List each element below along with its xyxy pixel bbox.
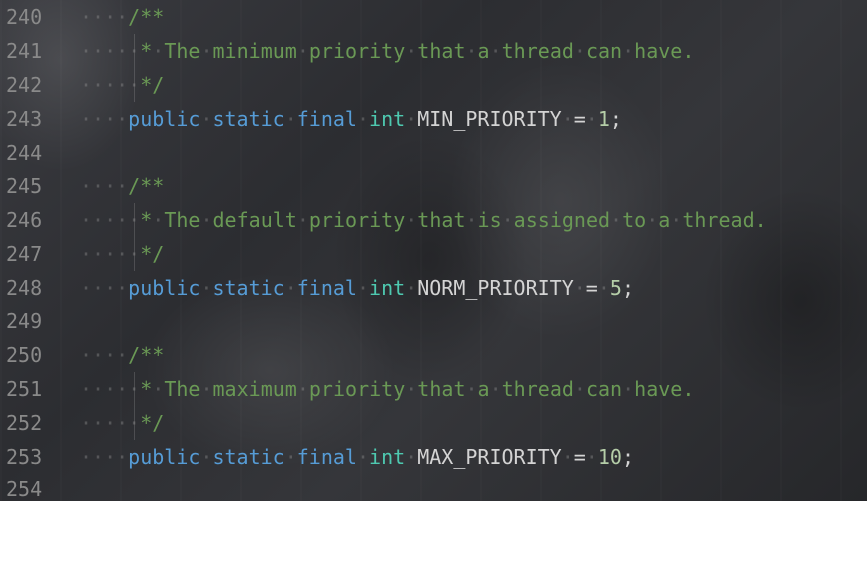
constant-name: NORM_PRIORITY xyxy=(417,276,574,300)
code-editor[interactable]: 240 ····/** 241 ·····*·The·minimum·prior… xyxy=(0,0,867,501)
whitespace-marker: ····· xyxy=(80,39,141,63)
comment-text: *·The·default·priority·that·is·assigned·… xyxy=(140,208,767,232)
code-line[interactable]: 252 ·····*/ xyxy=(0,406,867,440)
numeric-literal: 10 xyxy=(597,445,622,469)
keyword-public: public xyxy=(128,276,201,300)
code-line[interactable]: 251 ·····*·The·maximum·priority·that·a·t… xyxy=(0,372,867,406)
code-line[interactable]: 248 ····public·static·final·int·NORM_PRI… xyxy=(0,271,867,305)
comment-text: *·The·maximum·priority·that·a·thread·can… xyxy=(140,377,695,401)
code-line[interactable]: 253 ····public·static·final·int·MAX_PRIO… xyxy=(0,440,867,474)
whitespace-marker: ····· xyxy=(80,208,141,232)
line-number: 240 xyxy=(6,5,43,29)
line-number: 245 xyxy=(6,174,43,198)
whitespace-marker: ···· xyxy=(80,174,129,198)
constant-name: MAX_PRIORITY xyxy=(417,445,562,469)
line-number: 244 xyxy=(6,141,43,165)
line-number: 247 xyxy=(6,242,43,266)
line-content: ····/** xyxy=(80,338,164,372)
line-content: ····/** xyxy=(80,169,164,203)
keyword-static: static xyxy=(212,445,285,469)
code-line[interactable]: 250 ····/** xyxy=(0,338,867,372)
line-number: 243 xyxy=(6,107,43,131)
comment-text: */ xyxy=(140,73,165,97)
type-int: int xyxy=(369,445,406,469)
semicolon: ; xyxy=(621,276,634,300)
constant-name: MIN_PRIORITY xyxy=(417,107,562,131)
keyword-static: static xyxy=(212,276,285,300)
whitespace-marker: ···· xyxy=(80,445,129,469)
line-number: 251 xyxy=(6,377,43,401)
type-int: int xyxy=(369,276,406,300)
whitespace-marker: ····· xyxy=(80,242,141,266)
whitespace-marker: ····· xyxy=(80,377,141,401)
comment-text: /** xyxy=(128,343,165,367)
code-line[interactable]: 245 ····/** xyxy=(0,169,867,203)
line-content: ·····*·The·minimum·priority·that·a·threa… xyxy=(80,34,694,68)
line-content: ·····*·The·default·priority·that·is·assi… xyxy=(80,203,767,237)
line-number: 248 xyxy=(6,276,43,300)
comment-text: *·The·minimum·priority·that·a·thread·can… xyxy=(140,39,695,63)
line-content: ·····*/ xyxy=(80,68,164,102)
whitespace-marker: ···· xyxy=(80,276,129,300)
whitespace-marker: ···· xyxy=(80,107,129,131)
keyword-public: public xyxy=(128,445,201,469)
whitespace-marker: ···· xyxy=(80,343,129,367)
code-line[interactable]: 243 ····public·static·final·int·MIN_PRIO… xyxy=(0,102,867,136)
comment-text: /** xyxy=(128,174,165,198)
type-int: int xyxy=(369,107,406,131)
semicolon: ; xyxy=(609,107,622,131)
code-line[interactable]: 246 ·····*·The·default·priority·that·is·… xyxy=(0,203,867,237)
code-line[interactable]: 247 ·····*/ xyxy=(0,237,867,271)
code-line[interactable]: 249 xyxy=(0,304,867,338)
line-content: ·····*·The·maximum·priority·that·a·threa… xyxy=(80,372,694,406)
keyword-public: public xyxy=(128,107,201,131)
whitespace-marker: ····· xyxy=(80,73,141,97)
numeric-literal: 1 xyxy=(597,107,610,131)
code-line[interactable]: 240 ····/** xyxy=(0,0,867,34)
numeric-literal: 5 xyxy=(609,276,622,300)
semicolon: ; xyxy=(621,445,634,469)
whitespace-marker: ···· xyxy=(80,5,129,29)
line-number: 250 xyxy=(6,343,43,367)
line-content: ····/** xyxy=(80,0,164,34)
whitespace-marker: ····· xyxy=(80,411,141,435)
keyword-final: final xyxy=(296,276,357,300)
code-line[interactable]: 242 ·····*/ xyxy=(0,68,867,102)
line-content: ·····*/ xyxy=(80,237,164,271)
line-number: 249 xyxy=(6,309,43,333)
comment-text: */ xyxy=(140,242,165,266)
code-line[interactable]: 244 xyxy=(0,136,867,170)
code-line[interactable]: 241 ·····*·The·minimum·priority·that·a·t… xyxy=(0,34,867,68)
line-content: ····public·static·final·int·MIN_PRIORITY… xyxy=(80,107,622,131)
comment-text: */ xyxy=(140,411,165,435)
assign-operator: = xyxy=(585,276,598,300)
assign-operator: = xyxy=(573,107,586,131)
line-number: 252 xyxy=(6,411,43,435)
assign-operator: = xyxy=(573,445,586,469)
keyword-final: final xyxy=(296,445,357,469)
line-content: ·····*/ xyxy=(80,406,164,440)
keyword-static: static xyxy=(212,107,285,131)
line-number: 246 xyxy=(6,208,43,232)
line-number: 242 xyxy=(6,73,43,97)
line-number: 241 xyxy=(6,39,43,63)
keyword-final: final xyxy=(296,107,357,131)
comment-text: /** xyxy=(128,5,165,29)
line-content: ····public·static·final·int·MAX_PRIORITY… xyxy=(80,445,634,469)
line-content: ····public·static·final·int·NORM_PRIORIT… xyxy=(80,276,634,300)
line-number: 253 xyxy=(6,445,43,469)
